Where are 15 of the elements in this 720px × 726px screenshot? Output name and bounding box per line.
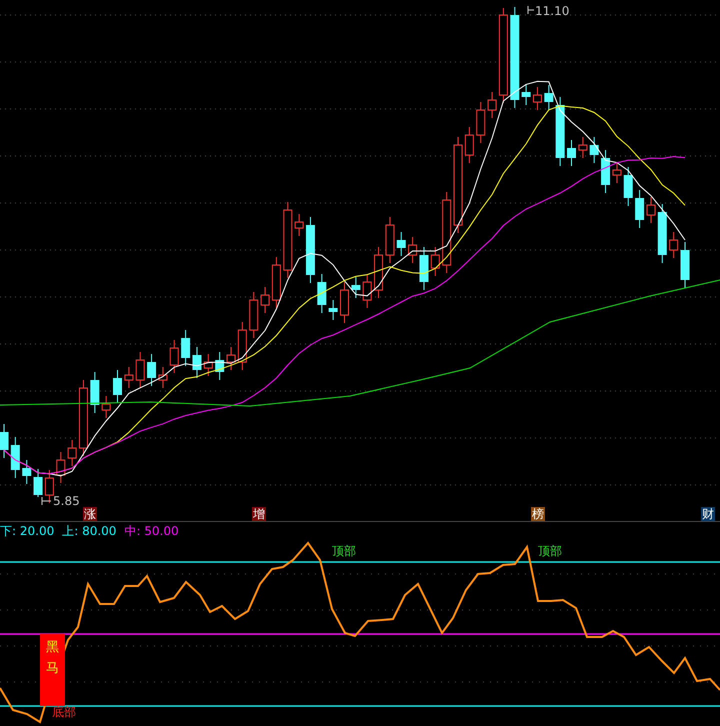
event-marker[interactable]: 涨 bbox=[83, 507, 97, 521]
pointer-icon bbox=[528, 6, 534, 14]
pointer-icon bbox=[42, 496, 52, 506]
event-marker[interactable]: 财 bbox=[701, 507, 715, 521]
legend-label: 下: 20.00 bbox=[0, 523, 54, 540]
top-signal-label: 顶部 bbox=[538, 543, 562, 560]
legend-label: 上: 80.00 bbox=[62, 523, 116, 540]
event-marker[interactable]: 增 bbox=[252, 507, 266, 521]
high-price-label: 11.10 bbox=[535, 4, 570, 18]
bottom-signal-label: 底部 bbox=[52, 704, 76, 721]
low-price-label: 5.85 bbox=[53, 494, 80, 508]
event-marker[interactable]: 榜 bbox=[531, 507, 545, 521]
legend-label: 中: 50.00 bbox=[124, 523, 179, 540]
top-signal-label: 顶部 bbox=[332, 543, 356, 560]
signal-box: 黑马 bbox=[40, 634, 65, 706]
